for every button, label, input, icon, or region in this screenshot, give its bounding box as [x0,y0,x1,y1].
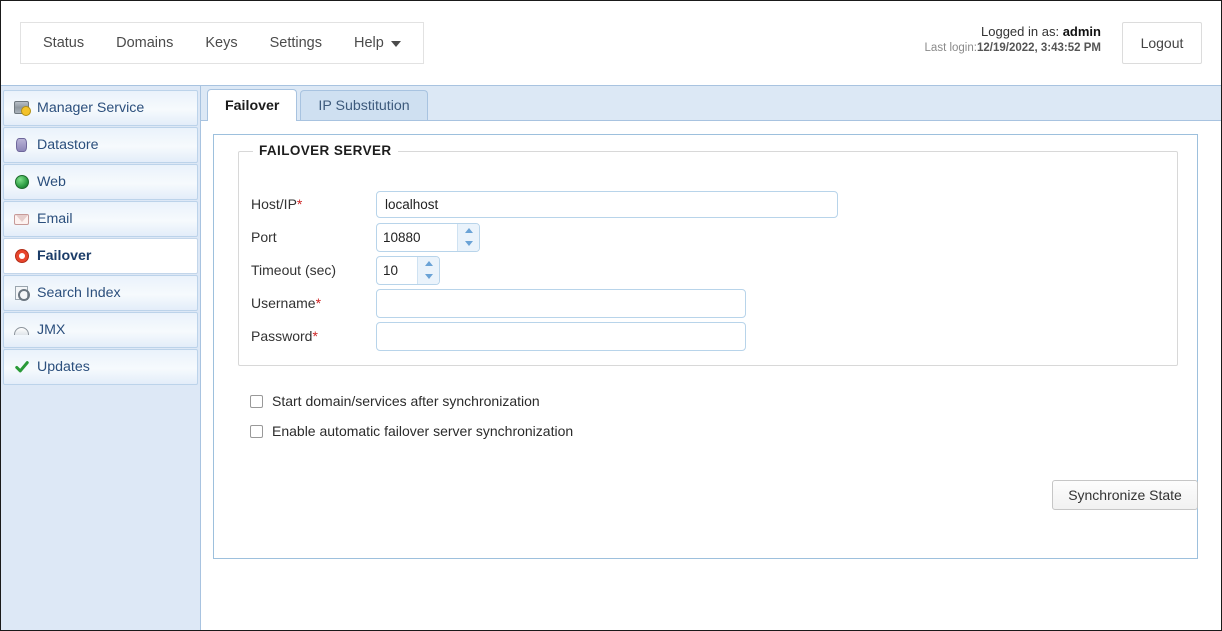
required-marker: * [315,295,322,311]
sidebar-item-jmx[interactable]: JMX [3,312,198,348]
field-label-username: Username* [251,295,376,311]
timeout-input[interactable] [377,256,417,284]
nav-item-settings[interactable]: Settings [254,29,338,57]
timeout-decrement-button[interactable] [418,270,439,284]
login-info: Logged in as: admin Last login:12/19/202… [925,23,1101,56]
sidebar-item-label: Updates [37,359,90,375]
app-header: Status Domains Keys Settings Help Logged… [1,1,1221,85]
timeout-stepper-buttons [417,256,439,284]
label-text: Username [251,295,316,311]
field-row-port: Port [251,222,480,252]
sidebar-item-search-index[interactable]: Search Index [3,275,198,311]
sidebar-item-manager-service[interactable]: Manager Service [3,90,198,126]
nav-item-status[interactable]: Status [27,29,100,57]
port-input[interactable] [377,223,457,251]
field-label-password: Password* [251,328,376,344]
required-marker: * [312,328,318,344]
field-label-timeout: Timeout (sec) [251,262,376,278]
document-search-icon [14,285,30,301]
body-container: Manager Service Datastore Web Email Fail… [1,85,1221,630]
field-label-port: Port [251,229,376,245]
label-text: Timeout (sec) [251,262,337,278]
nav-item-help[interactable]: Help [338,29,417,57]
database-icon [14,137,30,153]
nav-label: Domains [116,35,174,51]
checkbox-label: Enable automatic failover server synchro… [272,423,574,439]
last-login-value: 12/19/2022, 3:43:52 PM [976,41,1101,54]
synchronize-state-button[interactable]: Synchronize State [1052,480,1198,510]
tab-ip-substitution[interactable]: IP Substitution [300,90,428,120]
envelope-icon [14,211,30,227]
nav-label: Settings [269,35,322,51]
tab-failover[interactable]: Failover [207,89,298,121]
gauge-icon [14,322,30,338]
field-row-timeout: Timeout (sec) [251,255,440,285]
label-text: Port [251,229,277,245]
nav-label: Status [43,35,85,51]
port-stepper[interactable] [376,222,480,252]
sidebar-item-label: Failover [37,248,92,264]
checkbox-enable-auto-failover-sync[interactable]: Enable automatic failover server synchro… [250,423,573,439]
failover-panel: FAILOVER SERVER Host/IP* Port [213,134,1198,559]
fieldset-legend: FAILOVER SERVER [253,143,398,158]
field-row-username: Username* [251,288,746,318]
failover-server-fieldset: FAILOVER SERVER Host/IP* Port [238,143,1178,366]
required-marker: * [296,196,303,212]
tab-bar: Failover IP Substitution [201,86,1221,121]
tab-label: IP Substitution [318,97,410,114]
last-login-label: Last login: [924,41,977,54]
sidebar-item-label: Web [37,174,66,190]
server-icon [14,100,31,116]
app-window: Status Domains Keys Settings Help Logged… [0,0,1222,631]
timeout-increment-button[interactable] [418,257,439,271]
tab-label: Failover [225,97,280,114]
sidebar-item-label: Email [37,211,73,227]
logged-in-line: Logged in as: admin [925,23,1101,41]
field-row-host-ip: Host/IP* [251,190,838,218]
port-decrement-button[interactable] [458,237,479,251]
port-stepper-buttons [457,223,479,251]
port-increment-button[interactable] [458,224,479,238]
logged-in-label: Logged in as: [981,24,1060,39]
checkbox-start-domain-services[interactable]: Start domain/services after synchronizat… [250,393,540,409]
logout-button[interactable]: Logout [1122,22,1202,64]
sidebar-item-label: Manager Service [37,100,145,116]
field-row-password: Password* [251,321,746,351]
content-area: Failover IP Substitution FAILOVER SERVER… [201,85,1221,630]
chevron-down-icon [390,41,401,47]
field-label-host-ip: Host/IP* [251,196,376,212]
nav-item-domains[interactable]: Domains [100,29,189,57]
label-text: Password [251,328,313,344]
username-input[interactable] [376,288,746,318]
timeout-stepper[interactable] [376,255,440,285]
label-text: Host/IP [251,196,297,212]
password-input[interactable] [376,321,746,351]
host-ip-input[interactable] [376,190,838,218]
sidebar-item-failover[interactable]: Failover [3,238,198,274]
last-login-line: Last login:12/19/2022, 3:43:52 PM [925,41,1101,57]
globe-icon [14,174,30,190]
sidebar-item-label: Datastore [37,137,99,153]
checkbox-label: Start domain/services after synchronizat… [272,393,540,409]
checkbox-box[interactable] [250,394,263,408]
sidebar-item-web[interactable]: Web [3,164,198,200]
nav-item-keys[interactable]: Keys [189,29,253,57]
sidebar-item-email[interactable]: Email [3,201,198,237]
nav-label: Help [353,35,384,51]
main-navigation: Status Domains Keys Settings Help [20,22,424,64]
checkmark-icon [14,359,30,375]
logged-in-username: admin [1062,24,1101,39]
lifebuoy-icon [14,248,30,264]
sidebar-item-label: JMX [37,322,66,338]
checkbox-box[interactable] [250,424,263,438]
sidebar: Manager Service Datastore Web Email Fail… [1,85,201,630]
sidebar-item-label: Search Index [37,285,121,301]
sidebar-item-updates[interactable]: Updates [3,349,198,385]
sidebar-item-datastore[interactable]: Datastore [3,127,198,163]
nav-label: Keys [205,35,238,51]
